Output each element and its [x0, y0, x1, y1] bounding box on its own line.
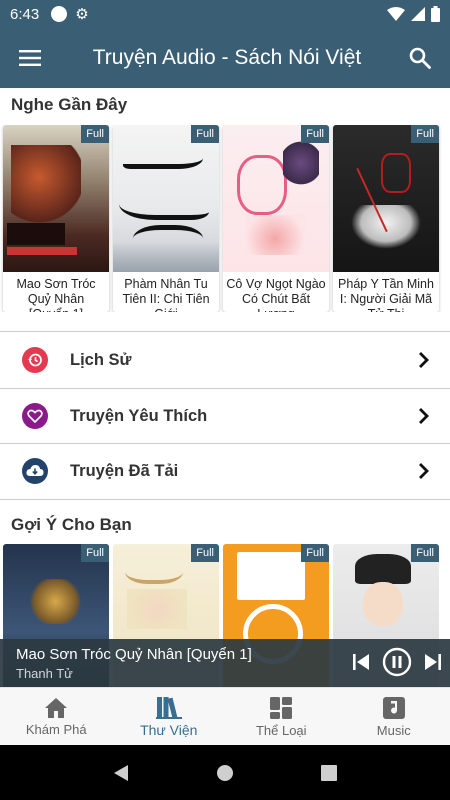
- full-badge: Full: [411, 125, 439, 143]
- player-controls: [352, 647, 442, 677]
- recent-books-row[interactable]: Full Mao Sơn Tróc Quỷ Nhân [Quyển 1] Ful…: [0, 125, 450, 312]
- book-card[interactable]: Full Pháp Y Tần Minh I: Người Giải Mã Tử…: [333, 125, 439, 312]
- skip-next-icon[interactable]: [424, 653, 442, 671]
- book-title: Pháp Y Tần Minh I: Người Giải Mã Tử Thi: [338, 277, 434, 312]
- search-icon[interactable]: [390, 28, 450, 88]
- full-badge: Full: [301, 544, 329, 562]
- full-badge: Full: [191, 125, 219, 143]
- full-badge: Full: [81, 125, 109, 143]
- book-card[interactable]: Full Phàm Nhân Tu Tiên II: Chi Tiên Giới: [113, 125, 219, 312]
- nav-label: Thể Loại: [255, 722, 307, 738]
- full-badge: Full: [411, 544, 439, 562]
- bottom-navigation: Khám Phá Thư Viện Thể Loại Music: [0, 687, 450, 745]
- book-cover: Full: [113, 125, 219, 272]
- hamburger-menu-icon[interactable]: [0, 28, 60, 88]
- music-icon: [382, 696, 405, 719]
- menu-item-label: Truyện Yêu Thích: [70, 406, 208, 425]
- menu-item-favorites[interactable]: Truyện Yêu Thích: [0, 389, 450, 443]
- app-bar: Truyện Audio - Sách Nói Việt: [0, 28, 450, 88]
- book-title: Mao Sơn Tróc Quỷ Nhân [Quyển 1]: [16, 277, 96, 312]
- divider: [0, 331, 450, 332]
- full-badge: Full: [301, 125, 329, 143]
- nav-item-categories[interactable]: Thể Loại: [225, 688, 338, 745]
- divider: [0, 499, 450, 500]
- book-cover: Full: [333, 125, 439, 272]
- book-card[interactable]: Full Cô Vợ Ngọt Ngào Có Chút Bất Lương: [223, 125, 329, 312]
- pause-icon[interactable]: [382, 647, 412, 677]
- status-time: 6:43: [10, 5, 40, 23]
- book-title: Cô Vợ Ngọt Ngào Có Chút Bất Lương: [226, 277, 326, 312]
- full-badge: Full: [81, 544, 109, 562]
- chevron-right-icon: [419, 463, 429, 479]
- settings-gear-icon: ⚙: [75, 6, 89, 23]
- menu-item-label: Lịch Sử: [70, 350, 132, 369]
- mini-player[interactable]: Mao Sơn Tróc Quỷ Nhân [Quyển 1] Thanh Tử: [0, 639, 450, 687]
- nav-item-library[interactable]: Thư Viện: [113, 688, 226, 745]
- system-navigation-bar: [0, 745, 450, 800]
- history-icon: [22, 347, 48, 373]
- library-icon: [155, 697, 182, 719]
- book-cover: Full: [223, 125, 329, 272]
- status-bar: 6:43 ⚙: [0, 0, 450, 28]
- chevron-right-icon: [419, 352, 429, 368]
- download-icon: [22, 458, 48, 484]
- nav-item-music[interactable]: Music: [338, 688, 450, 745]
- back-icon[interactable]: [113, 764, 129, 782]
- book-cover: Full: [3, 125, 109, 272]
- menu-item-history[interactable]: Lịch Sử: [0, 333, 450, 387]
- wifi-icon: [387, 7, 405, 21]
- battery-icon: [431, 6, 440, 22]
- player-title: Mao Sơn Tróc Quỷ Nhân [Quyển 1]: [16, 646, 252, 663]
- full-badge: Full: [191, 544, 219, 562]
- menu-item-downloaded[interactable]: Truyện Đã Tải: [0, 444, 450, 498]
- recents-icon[interactable]: [320, 764, 337, 781]
- notification-dot-icon: [51, 6, 68, 22]
- home-icon: [45, 697, 68, 718]
- menu-item-label: Truyện Đã Tải: [70, 461, 179, 480]
- nav-label: Thư Viện: [140, 722, 198, 738]
- nav-item-explore[interactable]: Khám Phá: [0, 688, 113, 745]
- nav-label: Music: [376, 722, 411, 738]
- heart-icon: [22, 403, 48, 429]
- suggest-section-title: Gợi Ý Cho Bạn: [11, 515, 132, 534]
- app-title: Truyện Audio - Sách Nói Việt: [92, 46, 362, 69]
- home-button-icon[interactable]: [216, 764, 234, 782]
- chevron-right-icon: [419, 408, 429, 424]
- book-title: Phàm Nhân Tu Tiên II: Chi Tiên Giới: [122, 277, 210, 312]
- status-indicators: [387, 6, 440, 22]
- book-card[interactable]: Full Mao Sơn Tróc Quỷ Nhân [Quyển 1]: [3, 125, 109, 312]
- recent-section-title: Nghe Gần Đây: [11, 95, 128, 114]
- grid-icon: [270, 696, 293, 719]
- player-artist: Thanh Tử: [16, 666, 73, 681]
- signal-icon: [411, 7, 425, 21]
- nav-label: Khám Phá: [25, 721, 87, 737]
- skip-previous-icon[interactable]: [352, 653, 370, 671]
